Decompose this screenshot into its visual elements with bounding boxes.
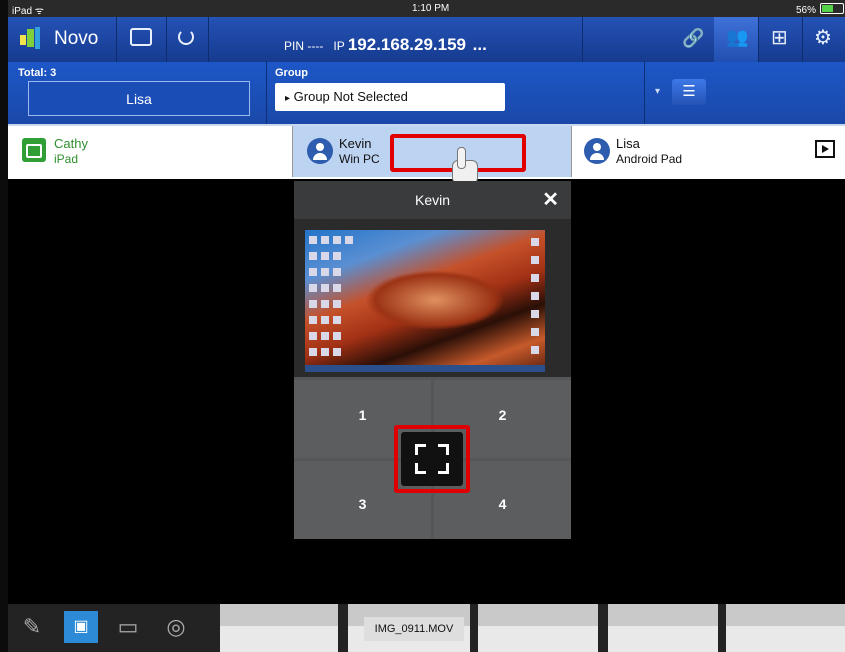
participant-name: Lisa xyxy=(616,136,640,151)
popup-header: Kevin ✕ xyxy=(294,181,571,219)
battery-indicator: 56% xyxy=(796,3,845,16)
users-icon: 👥 xyxy=(726,27,749,47)
device-label: iPad ᯤ xyxy=(12,6,44,17)
current-user-field[interactable]: Lisa xyxy=(28,81,250,116)
media-caption: IMG_0911.MOV xyxy=(364,617,464,641)
novo-logo-icon xyxy=(20,27,42,51)
quadrant-label: 2 xyxy=(498,407,507,423)
split-screen-grid: 1 2 3 4 xyxy=(294,380,571,539)
battery-percent: 56% xyxy=(796,5,817,16)
connection-info: PIN ---- IP 192.168.29.159 ... xyxy=(284,35,487,55)
popup-title: Kevin xyxy=(414,192,451,208)
participant-device: Win PC xyxy=(339,152,380,166)
divider xyxy=(582,17,583,62)
display-switch-icon xyxy=(130,28,152,46)
participant-tile[interactable]: Cathy iPad xyxy=(8,126,292,177)
refresh-icon xyxy=(178,29,194,45)
ipad-screen: iPad ᯤ 1:10 PM 56% Novo PIN ---- IP 192.… xyxy=(8,0,845,652)
list-view-button[interactable]: ☰ xyxy=(672,79,706,105)
more-info: ... xyxy=(472,35,487,54)
link-button[interactable]: 🔗 xyxy=(670,17,715,62)
clock: 1:10 PM xyxy=(412,3,450,14)
quadrant-label: 1 xyxy=(358,407,367,423)
pin-label: PIN xyxy=(284,39,305,53)
media-thumbnail[interactable] xyxy=(220,604,338,652)
gallery-icon[interactable]: ▣ xyxy=(64,611,98,643)
quadrant-label: 4 xyxy=(498,496,507,512)
group-label: Group xyxy=(275,67,308,79)
chevron-down-icon: ▾ xyxy=(655,86,661,97)
participant-popup: Kevin ✕ 1 2 3 4 xyxy=(294,181,571,539)
participant-tile[interactable]: Lisa Android Pad xyxy=(570,126,845,177)
media-thumbnail[interactable] xyxy=(608,604,718,652)
status-bar: iPad ᯤ 1:10 PM 56% xyxy=(8,0,845,17)
web-icon[interactable]: ◎ xyxy=(160,611,192,643)
folder-icon[interactable]: ▭ xyxy=(112,611,144,643)
session-toolbar: Total: 3 Lisa Group ▸ Group Not Selected… xyxy=(8,62,845,124)
divider xyxy=(266,62,267,124)
media-thumbnail[interactable] xyxy=(478,604,598,652)
group-select-value: Group Not Selected xyxy=(293,89,408,104)
grid-view-button[interactable]: ⊞ xyxy=(758,17,803,62)
close-icon[interactable]: ✕ xyxy=(542,181,559,219)
avatar xyxy=(584,138,610,164)
quadrant-label: 3 xyxy=(358,496,367,512)
participant-name: Kevin xyxy=(339,136,372,151)
desktop-thumbnail xyxy=(305,230,545,372)
settings-button[interactable]: ⚙ xyxy=(802,17,845,62)
moderator-icon xyxy=(22,138,46,162)
present-icon[interactable] xyxy=(815,140,835,158)
pen-icon[interactable]: ✎ xyxy=(16,611,48,643)
refresh-button[interactable] xyxy=(166,17,209,62)
display-switch-button[interactable] xyxy=(116,17,167,62)
gear-icon: ⚙ xyxy=(814,27,832,49)
link-icon: 🔗 xyxy=(682,28,705,48)
app-bar: Novo PIN ---- IP 192.168.29.159 ... 🔗 👥 … xyxy=(8,17,845,62)
media-thumbnail[interactable] xyxy=(726,604,845,652)
divider xyxy=(644,62,645,124)
ip-address: 192.168.29.159 xyxy=(347,35,466,54)
chevron-right-icon: ▸ xyxy=(285,93,291,104)
ip-label: IP xyxy=(333,39,345,53)
participant-device: iPad xyxy=(54,152,79,166)
pin-value: ---- xyxy=(307,39,324,53)
highlight-box xyxy=(394,425,470,493)
hand-cursor-icon xyxy=(448,147,480,185)
app-logo-area: Novo xyxy=(8,17,117,62)
group-select[interactable]: ▸ Group Not Selected xyxy=(275,83,505,111)
battery-icon xyxy=(820,3,845,14)
screen-preview xyxy=(294,219,571,377)
total-count: Total: 3 xyxy=(18,67,57,79)
list-icon: ☰ xyxy=(682,83,696,100)
grid-icon: ⊞ xyxy=(771,27,788,49)
participant-name: Cathy xyxy=(54,136,88,151)
participant-device: Android Pad xyxy=(616,152,683,166)
users-button[interactable]: 👥 xyxy=(714,17,759,62)
app-name: Novo xyxy=(54,28,99,49)
taskbar xyxy=(305,365,545,372)
avatar xyxy=(307,138,333,164)
